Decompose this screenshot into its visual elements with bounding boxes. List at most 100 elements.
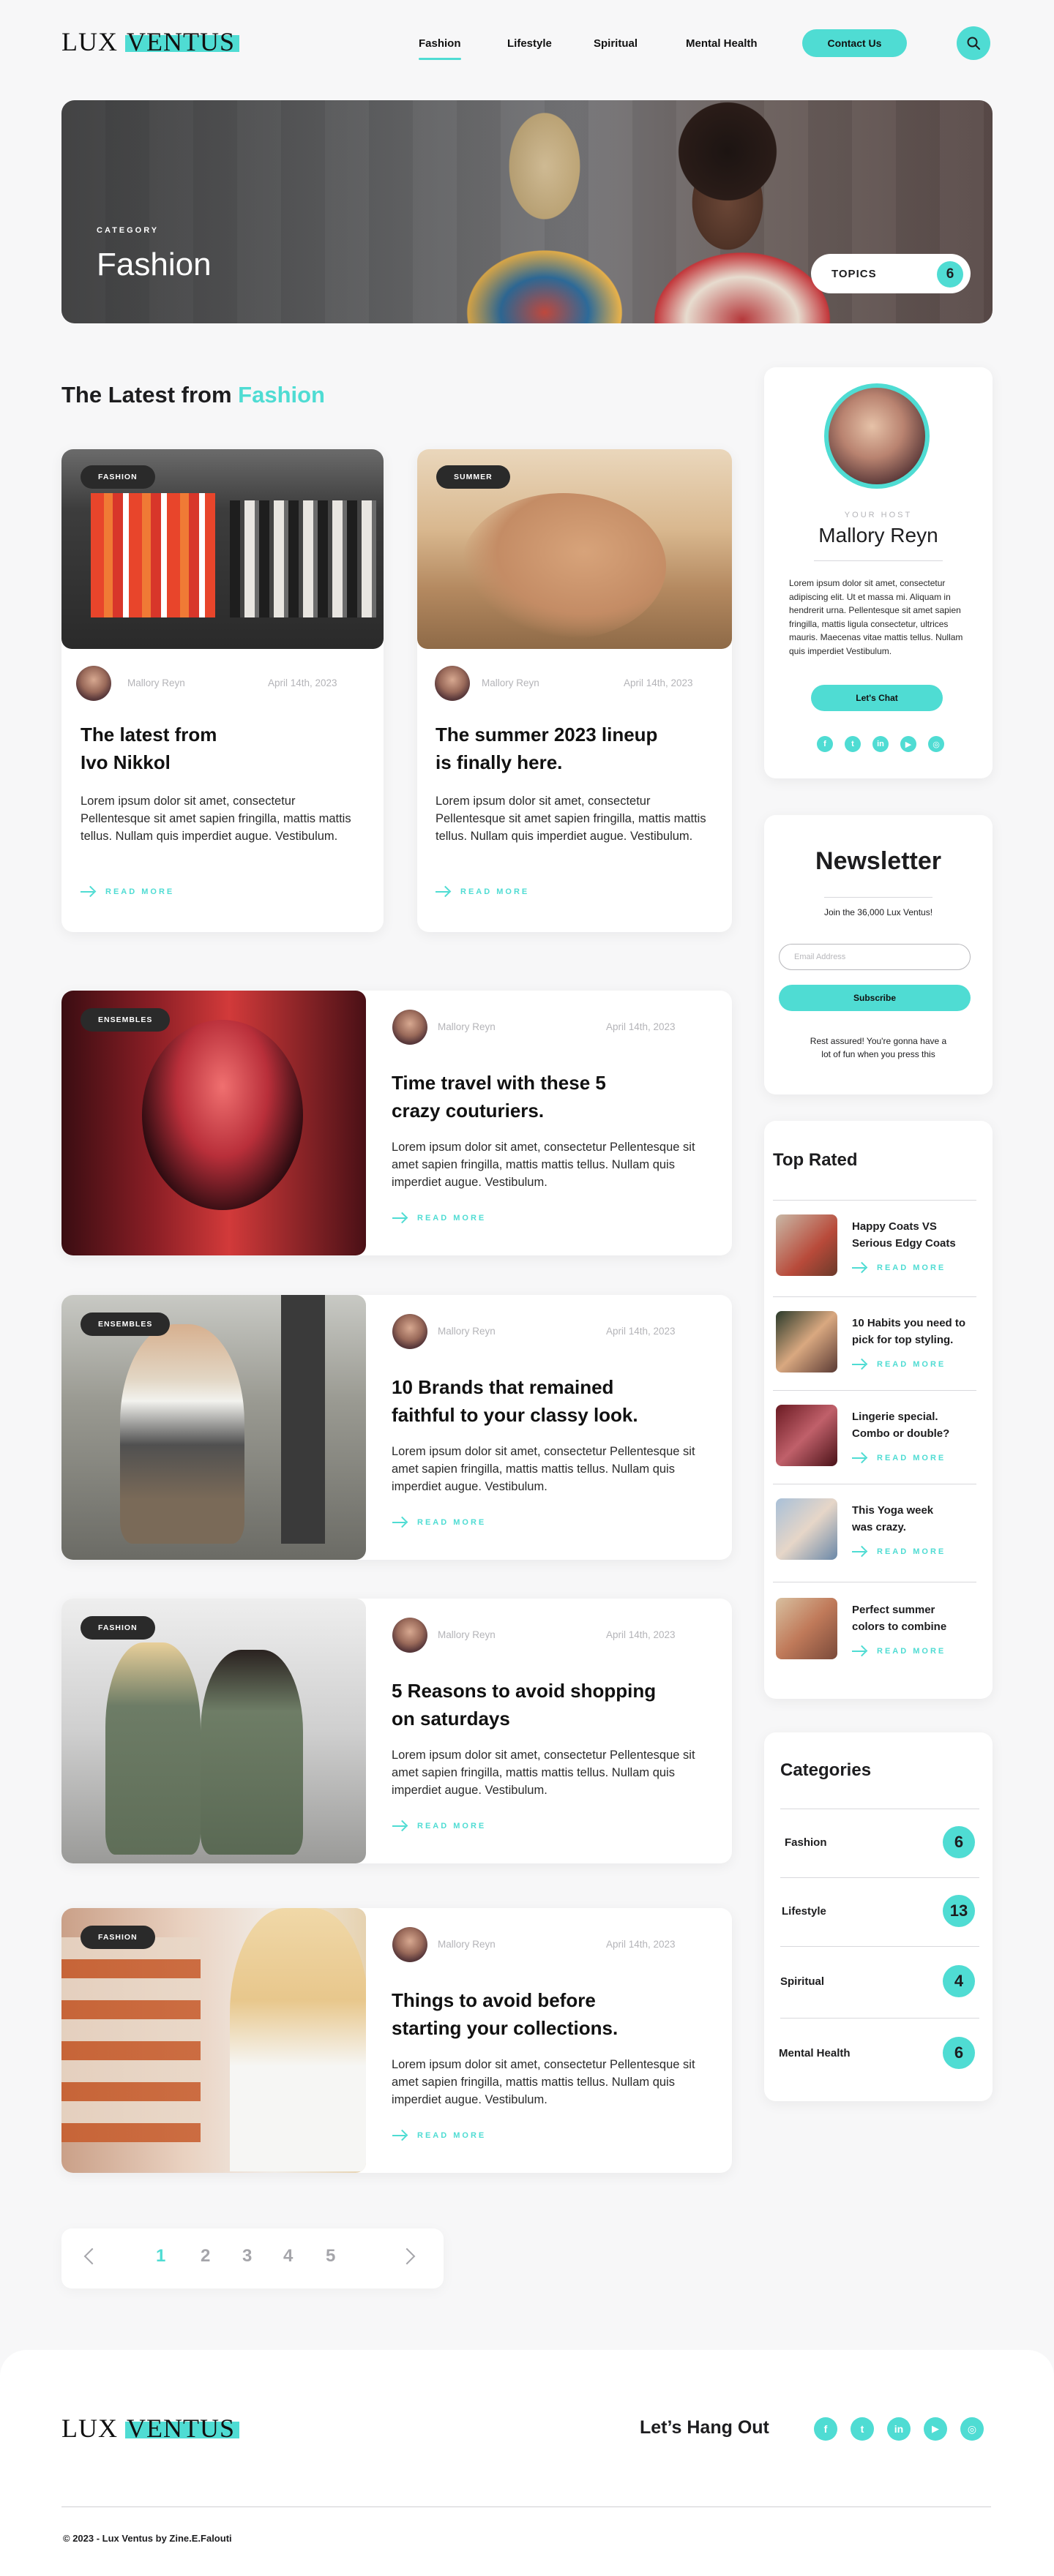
item-divider <box>773 1296 976 1297</box>
email-input[interactable]: Email Address <box>779 944 971 970</box>
post-tag[interactable]: FASHION <box>81 465 155 489</box>
category-row-fashion[interactable]: Fashion 6 <box>779 1809 978 1877</box>
host-name[interactable]: Mallory Reyn <box>764 524 993 547</box>
host-social-links: f t in ▶ ◎ <box>817 736 944 752</box>
page-2[interactable]: 2 <box>201 2246 210 2267</box>
youtube-icon[interactable]: ▶ <box>924 2417 947 2441</box>
page-4[interactable]: 4 <box>283 2246 293 2267</box>
post-card[interactable]: FASHION Mallory Reyn April 14th, 2023 Th… <box>61 449 384 932</box>
post-title[interactable]: 10 Brands that remained faithful to your … <box>392 1374 714 1429</box>
page-3[interactable]: 3 <box>242 2246 252 2267</box>
top-rated-title-text[interactable]: Lingerie special. Combo or double? <box>852 1409 984 1442</box>
facebook-icon[interactable]: f <box>814 2417 837 2441</box>
chevron-left-icon[interactable] <box>83 2248 101 2265</box>
top-rated-item[interactable]: Perfect summer colors to combine READ MOR… <box>776 1586 979 1659</box>
nav-mental-health[interactable]: Mental Health <box>686 37 758 50</box>
top-rated-title-text[interactable]: This Yoga week was crazy. <box>852 1503 984 1536</box>
post-title[interactable]: Time travel with these 5 crazy couturiers… <box>392 1070 714 1124</box>
top-rated-item[interactable]: Lingerie special. Combo or double? READ M… <box>776 1393 979 1466</box>
read-more-link[interactable]: READ MORE <box>852 1547 946 1557</box>
post-title[interactable]: Things to avoid before starting your coll… <box>392 1987 714 2042</box>
newsletter-subtitle: Join the 36,000 Lux Ventus! <box>823 907 933 917</box>
nav-lifestyle[interactable]: Lifestyle <box>507 37 552 50</box>
author-name[interactable]: Mallory Reyn <box>438 1629 496 1640</box>
author-name[interactable]: Mallory Reyn <box>438 1326 496 1337</box>
facebook-icon[interactable]: f <box>817 736 833 752</box>
contact-us-button[interactable]: Contact Us <box>802 29 907 57</box>
youtube-icon[interactable]: ▶ <box>900 736 916 752</box>
post-tag[interactable]: ENSEMBLES <box>81 1313 171 1336</box>
nav-spiritual[interactable]: Spiritual <box>594 37 638 50</box>
post-title[interactable]: The summer 2023 lineup is finally here. <box>436 721 728 776</box>
top-rated-thumb[interactable] <box>776 1311 837 1373</box>
top-rated-item[interactable]: This Yoga week was crazy. READ MORE <box>776 1487 979 1560</box>
top-rated-thumb[interactable] <box>776 1598 837 1659</box>
author-name[interactable]: Mallory Reyn <box>438 1939 496 1950</box>
category-row-spiritual[interactable]: Spiritual 4 <box>779 1946 978 2018</box>
subscribe-button[interactable]: Subscribe <box>779 985 971 1011</box>
top-rated-title-text[interactable]: 10 Habits you need to pick for top stylin… <box>852 1315 984 1348</box>
twitter-icon[interactable]: t <box>851 2417 874 2441</box>
hang-out-heading: Let’s Hang Out <box>640 2417 769 2438</box>
post-tag[interactable]: FASHION <box>81 1616 155 1640</box>
read-more-link[interactable]: READ MORE <box>436 887 529 897</box>
brand-logo[interactable]: LUX VENTUS <box>61 26 239 57</box>
post-tag[interactable]: FASHION <box>81 1926 155 1949</box>
top-rated-item[interactable]: 10 Habits you need to pick for top stylin… <box>776 1299 979 1373</box>
read-more-link[interactable]: READ MORE <box>852 1359 946 1370</box>
top-rated-thumb[interactable] <box>776 1498 837 1560</box>
read-more-link[interactable]: READ MORE <box>392 1213 486 1223</box>
top-rated-item[interactable]: Happy Coats VS Serious Edgy Coats READ MO… <box>776 1203 979 1276</box>
newsletter-divider <box>824 897 932 898</box>
post-title[interactable]: The latest from Ivo Nikkol <box>81 721 373 776</box>
page-1[interactable]: 1 <box>156 2246 165 2267</box>
chevron-right-icon[interactable] <box>398 2248 416 2265</box>
post-card[interactable]: ENSEMBLES Mallory Reyn April 14th, 2023 … <box>61 991 732 1255</box>
read-more-link[interactable]: READ MORE <box>852 1646 946 1656</box>
page-5[interactable]: 5 <box>326 2246 335 2267</box>
author-name[interactable]: Mallory Reyn <box>438 1021 496 1032</box>
search-button[interactable] <box>957 26 990 60</box>
top-rated-title-text[interactable]: Perfect summer colors to combine <box>852 1602 984 1635</box>
topics-pill[interactable]: TOPICS 6 <box>811 254 971 293</box>
read-more-link[interactable]: READ MORE <box>392 1821 486 1831</box>
top-rated-title-text[interactable]: Happy Coats VS Serious Edgy Coats <box>852 1219 984 1252</box>
read-more-link[interactable]: READ MORE <box>852 1263 946 1273</box>
category-name: Fashion <box>785 1836 827 1849</box>
post-excerpt: Lorem ipsum dolor sit amet, consectetur … <box>81 795 351 843</box>
host-divider <box>814 560 943 561</box>
footer-social-links: f t in ▶ ◎ <box>814 2417 984 2441</box>
author-name[interactable]: Mallory Reyn <box>127 677 185 688</box>
nav-fashion[interactable]: Fashion <box>419 37 461 60</box>
lets-chat-button[interactable]: Let's Chat <box>811 685 943 711</box>
read-more-link[interactable]: READ MORE <box>852 1453 946 1463</box>
author-name[interactable]: Mallory Reyn <box>482 677 539 688</box>
post-title[interactable]: 5 Reasons to avoid shopping on saturdays <box>392 1678 714 1732</box>
post-date: April 14th, 2023 <box>606 1939 676 1950</box>
arrow-right-icon <box>852 1646 867 1656</box>
linkedin-icon[interactable]: in <box>872 736 889 752</box>
logo-text-lux: LUX <box>61 27 125 56</box>
post-card[interactable]: FASHION Mallory Reyn April 14th, 2023 Th… <box>61 1908 732 2173</box>
category-row-mental-health[interactable]: Mental Health 6 <box>779 2018 978 2091</box>
category-count-badge: 4 <box>943 1965 975 1997</box>
post-tag[interactable]: ENSEMBLES <box>81 1008 171 1032</box>
read-more-link[interactable]: READ MORE <box>392 2130 486 2141</box>
top-rated-thumb[interactable] <box>776 1405 837 1466</box>
category-row-lifestyle[interactable]: Lifestyle 13 <box>779 1877 978 1946</box>
post-tag[interactable]: SUMMER <box>436 465 510 489</box>
instagram-icon[interactable]: ◎ <box>960 2417 984 2441</box>
post-card[interactable]: FASHION Mallory Reyn April 14th, 2023 5 … <box>61 1599 732 1863</box>
read-more-link[interactable]: READ MORE <box>81 887 174 897</box>
linkedin-icon[interactable]: in <box>887 2417 911 2441</box>
email-placeholder: Email Address <box>794 953 846 961</box>
twitter-icon[interactable]: t <box>845 736 861 752</box>
lets-chat-label: Let's Chat <box>856 693 898 703</box>
footer-logo[interactable]: LUX VENTUS <box>61 2413 239 2444</box>
post-card[interactable]: ENSEMBLES Mallory Reyn April 14th, 2023 … <box>61 1295 732 1560</box>
instagram-icon[interactable]: ◎ <box>928 736 944 752</box>
read-more-link[interactable]: READ MORE <box>392 1517 486 1528</box>
item-divider <box>773 1390 976 1391</box>
post-card[interactable]: SUMMER Mallory Reyn April 14th, 2023 The… <box>417 449 732 932</box>
top-rated-thumb[interactable] <box>776 1214 837 1276</box>
